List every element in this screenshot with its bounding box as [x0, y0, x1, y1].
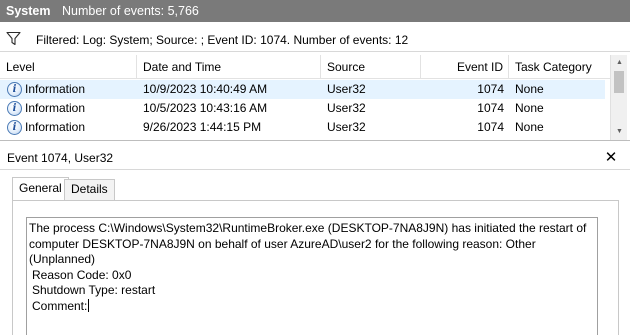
events-table: Level Date and Time Source Event ID Task… — [0, 55, 630, 141]
column-header-date-time[interactable]: Date and Time — [137, 55, 321, 79]
comment-label: Comment: — [32, 298, 88, 313]
table-scrollbar[interactable]: ▲ ▼ — [610, 55, 627, 140]
column-header-level[interactable]: Level — [0, 55, 137, 79]
message-line-comment: Comment: — [29, 298, 597, 315]
close-icon[interactable]: ✕ — [603, 148, 619, 166]
row-source: User32 — [327, 120, 366, 134]
column-header-event-id[interactable]: Event ID — [421, 55, 509, 79]
message-line: Shutdown Type: restart — [32, 283, 156, 297]
row-date-time: 10/5/2023 10:43:16 AM — [143, 101, 268, 115]
column-header-source[interactable]: Source — [321, 55, 421, 79]
row-event-id: 1074 — [477, 120, 504, 134]
table-row[interactable]: i Information 10/5/2023 10:43:16 AM User… — [0, 99, 605, 118]
row-level: Information — [25, 82, 86, 96]
event-count: Number of events: 5,766 — [62, 4, 199, 18]
message-line: computer DESKTOP-7NA8J9N on behalf of us… — [29, 236, 536, 251]
row-task-category: None — [515, 120, 544, 134]
column-header-task-category[interactable]: Task Category — [509, 55, 610, 79]
row-date-time: 9/26/2023 1:44:15 PM — [143, 120, 262, 134]
funnel-icon — [6, 31, 21, 46]
filter-bar: Filtered: Log: System; Source: ; Event I… — [0, 28, 630, 52]
row-source: User32 — [327, 101, 366, 115]
scroll-up-arrow-icon[interactable]: ▲ — [611, 56, 628, 70]
message-line: The process C:\Windows\System32\RuntimeB… — [29, 221, 587, 235]
row-source: User32 — [327, 82, 366, 96]
row-date-time: 10/9/2023 10:40:49 AM — [143, 82, 268, 96]
scrollbar-thumb[interactable] — [614, 71, 624, 93]
event-detail-title: Event 1074, User32 — [7, 151, 114, 165]
scroll-down-arrow-icon[interactable]: ▼ — [611, 125, 628, 139]
row-level: Information — [25, 101, 86, 115]
information-icon: i — [7, 120, 22, 135]
tab-general[interactable]: General — [12, 177, 69, 200]
table-header: Level Date and Time Source Event ID Task… — [0, 55, 610, 79]
tab-details[interactable]: Details — [64, 179, 115, 200]
log-title-bar: System Number of events: 5,766 — [0, 0, 630, 22]
information-icon: i — [7, 82, 22, 97]
general-tab-panel: The process C:\Windows\System32\RuntimeB… — [12, 200, 619, 335]
row-level: Information — [25, 120, 86, 134]
event-detail-header: Event 1074, User32 ✕ — [0, 146, 630, 170]
message-line: (Unplanned) — [29, 252, 96, 266]
filter-description: Filtered: Log: System; Source: ; Event I… — [36, 33, 409, 47]
log-name: System — [6, 4, 51, 18]
row-task-category: None — [515, 82, 544, 96]
row-task-category: None — [515, 101, 544, 115]
event-message-box[interactable]: The process C:\Windows\System32\RuntimeB… — [26, 217, 598, 335]
text-caret — [88, 298, 90, 312]
information-icon: i — [7, 101, 22, 116]
message-line: Reason Code: 0x0 — [32, 267, 132, 282]
row-event-id: 1074 — [477, 101, 504, 115]
table-row[interactable]: i Information 9/26/2023 1:44:15 PM User3… — [0, 118, 605, 137]
table-row[interactable]: i Information 10/9/2023 10:40:49 AM User… — [0, 80, 605, 99]
row-event-id: 1074 — [477, 82, 504, 96]
